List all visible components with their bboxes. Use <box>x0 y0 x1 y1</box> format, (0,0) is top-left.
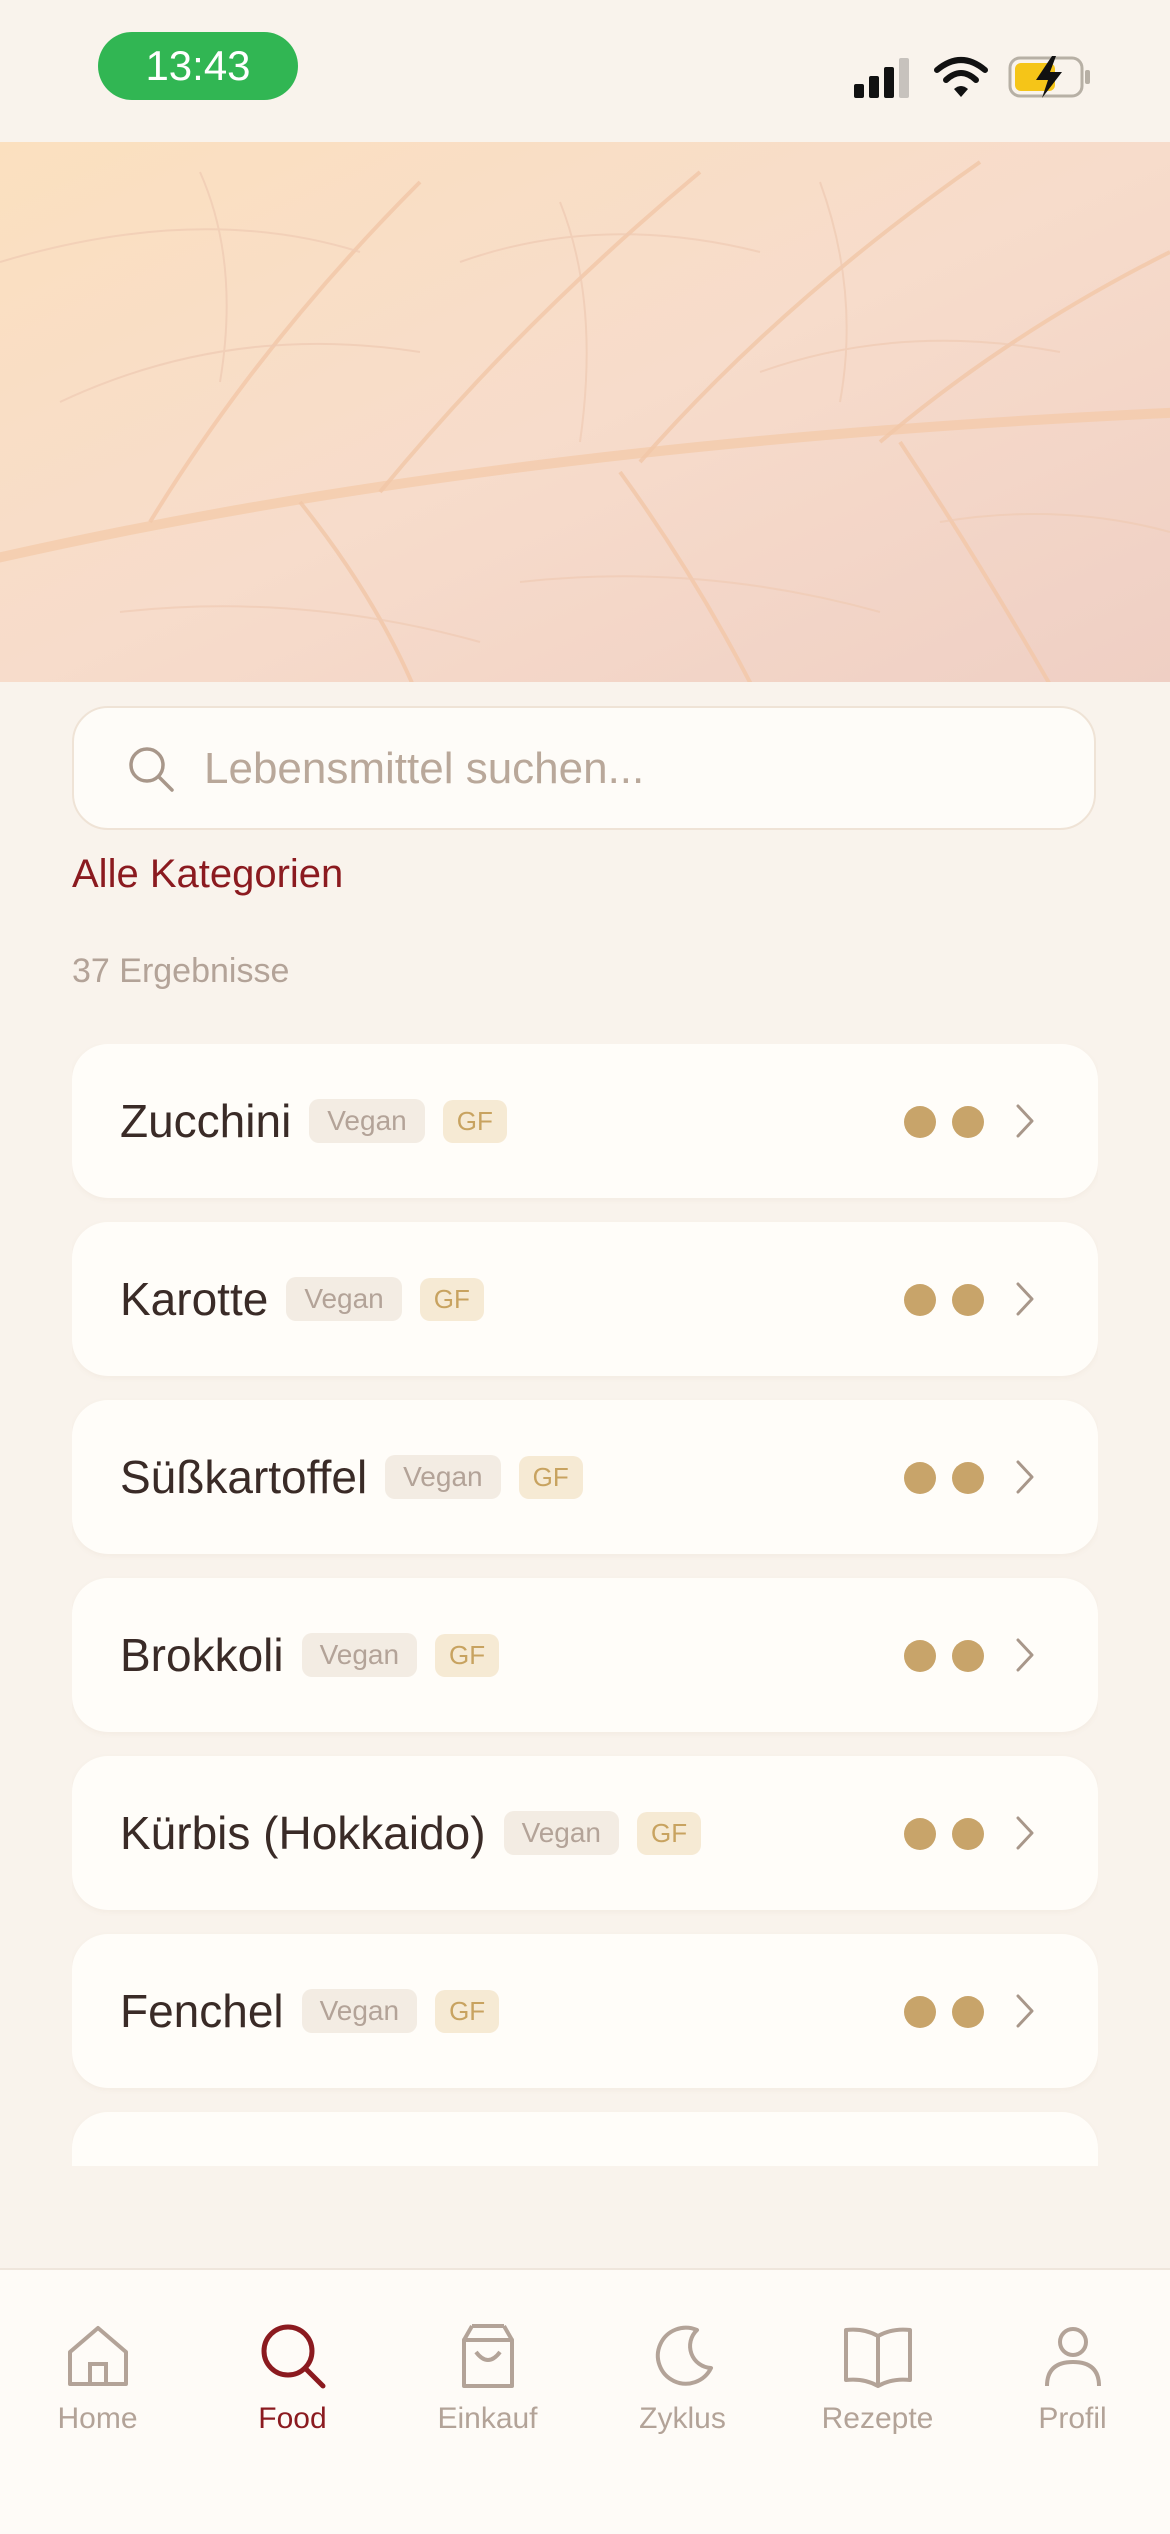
rating-dot <box>952 1284 984 1316</box>
food-card[interactable]: Brokkoli Vegan GF <box>72 1578 1098 1732</box>
search-input[interactable] <box>202 728 1066 810</box>
tab-label: Food <box>258 2402 327 2435</box>
food-card[interactable]: Süßkartoffel Vegan GF <box>72 1400 1098 1554</box>
vegan-tag: Vegan <box>309 1099 425 1143</box>
rating-dot <box>904 1462 936 1494</box>
vegan-tag: Vegan <box>385 1455 501 1499</box>
vegan-tag: Vegan <box>301 1989 418 2033</box>
tab-label: Home <box>57 2402 138 2435</box>
status-bar: 13:43 <box>0 0 1170 142</box>
rating-dot <box>952 1640 984 1672</box>
food-name: Süßkartoffel <box>120 1451 368 1503</box>
tab-einkauf[interactable]: Einkauf <box>390 2270 585 2460</box>
food-name: Zucchini <box>120 1095 292 1147</box>
results-count: 37 Ergebnisse <box>72 952 290 990</box>
rating-dot <box>952 1818 984 1850</box>
food-name: Karotte <box>120 1273 269 1325</box>
food-card[interactable]: Fenchel Vegan GF <box>72 1934 1098 2088</box>
chevron-right-icon <box>1016 1282 1034 1316</box>
vegan-tag: Vegan <box>286 1277 402 1321</box>
vegan-tag: Vegan <box>301 1633 418 1677</box>
shopping-bag-icon <box>461 2324 514 2388</box>
rating-dot <box>952 1106 984 1138</box>
tab-label: Einkauf <box>437 2402 538 2435</box>
rating-dot <box>904 1640 936 1672</box>
chevron-right-icon <box>1016 1638 1034 1672</box>
moon-icon <box>655 2325 713 2386</box>
wifi-icon <box>934 57 988 97</box>
gluten-free-tag: GF <box>435 1633 500 1677</box>
chevron-right-icon <box>1016 1460 1034 1494</box>
tab-label: Zyklus <box>639 2402 726 2435</box>
food-name: Fenchel <box>120 1985 284 2037</box>
rating-dot <box>952 1996 984 2028</box>
gluten-free-tag: GF <box>442 1099 507 1143</box>
tab-home[interactable]: Home <box>0 2270 195 2460</box>
tab-profil[interactable]: Profil <box>975 2270 1170 2460</box>
gluten-free-tag: GF <box>637 1811 702 1855</box>
food-name: Kürbis (Hokkaido) <box>120 1807 486 1859</box>
search-icon <box>129 747 174 792</box>
food-card[interactable]: Kürbis (Hokkaido) Vegan GF <box>72 1756 1098 1910</box>
rating-dot <box>904 1818 936 1850</box>
chevron-right-icon <box>1016 1994 1034 2028</box>
vegan-tag: Vegan <box>503 1811 619 1855</box>
tab-label: Profil <box>1038 2402 1107 2435</box>
chevron-right-icon <box>1016 1816 1034 1850</box>
home-icon <box>67 2326 128 2386</box>
status-time: 13:43 <box>98 32 298 100</box>
food-list: Zucchini Vegan GF Karotte Vegan GF Süßka… <box>72 1044 1098 2166</box>
food-card[interactable]: Karotte Vegan GF <box>72 1222 1098 1376</box>
book-icon <box>843 2327 912 2388</box>
tab-rezepte[interactable]: Rezepte <box>780 2270 975 2460</box>
gluten-free-tag: GF <box>419 1277 484 1321</box>
search-bar[interactable] <box>72 706 1096 830</box>
gluten-free-tag: GF <box>518 1455 583 1499</box>
chevron-right-icon <box>1016 1104 1034 1138</box>
food-card-partial[interactable] <box>72 2112 1098 2166</box>
search-icon <box>261 2324 325 2389</box>
category-filter-link[interactable]: Alle Kategorien <box>72 852 343 897</box>
rating-dot <box>952 1462 984 1494</box>
cellular-signal-icon <box>854 58 909 98</box>
food-name: Brokkoli <box>120 1629 284 1681</box>
rating-dot <box>904 1996 936 2028</box>
rating-dot <box>904 1106 936 1138</box>
profile-icon <box>1044 2327 1101 2387</box>
gluten-free-tag: GF <box>435 1989 500 2033</box>
tab-food[interactable]: Food <box>195 2270 390 2460</box>
battery-charging-icon <box>1008 56 1090 98</box>
food-card[interactable]: Zucchini Vegan GF <box>72 1044 1098 1198</box>
hero-leaf-image <box>0 142 1170 682</box>
tab-zyklus[interactable]: Zyklus <box>585 2270 780 2460</box>
tab-bar: Home Food Einkauf Zyklus Rezepte Profil <box>0 2268 1170 2534</box>
rating-dot <box>904 1284 936 1316</box>
tab-label: Rezepte <box>821 2402 934 2435</box>
